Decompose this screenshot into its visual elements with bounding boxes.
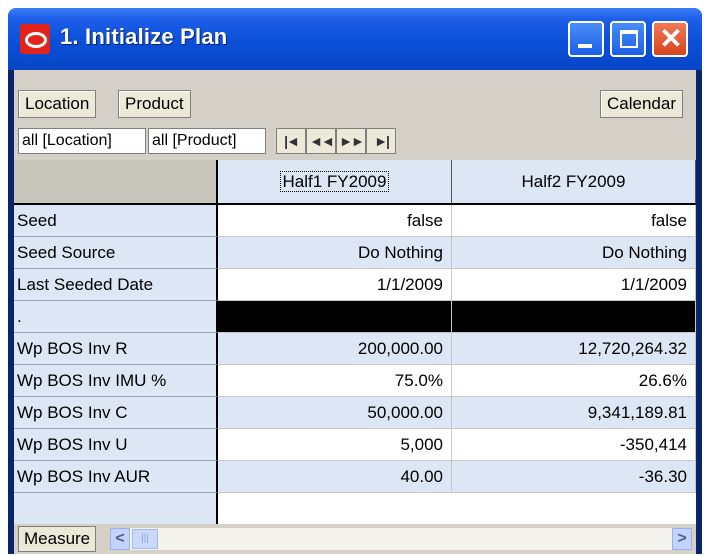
close-button[interactable]: ✕ <box>652 21 688 57</box>
column-header-label: Half1 FY2009 <box>279 171 390 192</box>
scroll-thumb[interactable]: ||| <box>132 529 158 549</box>
measure-button[interactable]: Measure <box>18 526 97 552</box>
grid-cell[interactable]: false <box>218 205 452 237</box>
location-dimension-selector[interactable]: all [Location] <box>18 128 146 154</box>
maximize-icon <box>620 30 638 48</box>
product-button[interactable]: Product <box>118 90 191 118</box>
location-button[interactable]: Location <box>18 90 97 118</box>
row-header-seed[interactable]: Seed <box>14 205 218 237</box>
scroll-right-icon[interactable]: > <box>672 528 692 550</box>
last-icon[interactable]: ►| <box>366 128 396 154</box>
grid-cell[interactable]: 200,000.00 <box>218 333 452 365</box>
oracle-logo-icon <box>20 24 50 54</box>
grid-cell-separator[interactable] <box>218 301 452 333</box>
grid-cell[interactable]: 26.6% <box>452 365 696 397</box>
previous-icon[interactable]: ◄◄ <box>306 128 336 154</box>
row-header-wp-bos-inv-aur[interactable]: Wp BOS Inv AUR <box>14 461 218 493</box>
grid-cell[interactable]: 40.00 <box>218 461 452 493</box>
grid-cell[interactable]: 1/1/2009 <box>218 269 452 301</box>
scroll-left-icon[interactable]: < <box>110 528 130 550</box>
minimize-button[interactable] <box>568 21 604 57</box>
row-header-wp-bos-inv-u[interactable]: Wp BOS Inv U <box>14 429 218 461</box>
grid-cell[interactable]: -36.30 <box>452 461 696 493</box>
title-bar[interactable]: 1. Initialize Plan ✕ <box>8 8 702 70</box>
grid-cell[interactable]: Do Nothing <box>452 237 696 269</box>
grid-cell[interactable]: 9,341,189.81 <box>452 397 696 429</box>
window-title: 1. Initialize Plan <box>60 24 228 49</box>
next-icon[interactable]: ►► <box>336 128 366 154</box>
grid-cell[interactable]: 50,000.00 <box>218 397 452 429</box>
row-header-seed-source[interactable]: Seed Source <box>14 237 218 269</box>
grid-cell[interactable]: false <box>452 205 696 237</box>
row-header-wp-bos-inv-imu[interactable]: Wp BOS Inv IMU % <box>14 365 218 397</box>
grid-cell[interactable]: 1/1/2009 <box>452 269 696 301</box>
grid-cell[interactable]: -350,414 <box>452 429 696 461</box>
grid-cell-separator[interactable] <box>452 301 696 333</box>
column-header-half2[interactable]: Half2 FY2009 <box>452 160 696 205</box>
window-client: Location Product Calendar all [Location]… <box>14 70 696 554</box>
column-header-half1[interactable]: Half1 FY2009 <box>218 160 452 205</box>
row-header-last-seeded-date[interactable]: Last Seeded Date <box>14 269 218 301</box>
minimize-icon <box>578 44 592 48</box>
product-dimension-selector[interactable]: all [Product] <box>148 128 266 154</box>
calendar-button[interactable]: Calendar <box>600 90 683 118</box>
grid-corner <box>14 160 218 205</box>
plan-window: 1. Initialize Plan ✕ Location Product Ca… <box>8 8 702 554</box>
grid-cell[interactable]: 75.0% <box>218 365 452 397</box>
row-header-filler <box>14 493 218 524</box>
grid-cell[interactable]: 5,000 <box>218 429 452 461</box>
close-icon: ✕ <box>659 23 683 54</box>
maximize-button[interactable] <box>610 21 646 57</box>
horizontal-scrollbar[interactable]: < ||| > <box>110 528 692 550</box>
bottom-bar: Measure < ||| > <box>14 524 696 554</box>
grid-cell[interactable]: Do Nothing <box>218 237 452 269</box>
row-header-separator[interactable]: . <box>14 301 218 333</box>
row-header-wp-bos-inv-r[interactable]: Wp BOS Inv R <box>14 333 218 365</box>
data-grid: Half1 FY2009 Half2 FY2009 Seed false fal… <box>14 160 696 524</box>
row-header-wp-bos-inv-c[interactable]: Wp BOS Inv C <box>14 397 218 429</box>
first-icon[interactable]: |◄ <box>276 128 306 154</box>
grid-cell[interactable]: 12,720,264.32 <box>452 333 696 365</box>
